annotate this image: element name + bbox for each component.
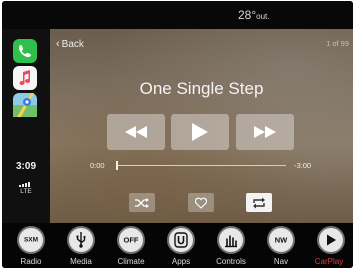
nav-glyph: NW <box>274 235 288 245</box>
head-unit-screen: 28°out. 3:09 LTE ‹ Back 1 of 99 One Singl… <box>2 1 353 268</box>
controls-icon[interactable] <box>217 226 245 254</box>
climate-off-glyph: OFF <box>123 235 139 245</box>
media-label[interactable]: Media <box>57 257 105 266</box>
climate-off-icon[interactable]: OFF <box>117 226 145 254</box>
rewind-button[interactable] <box>107 114 165 150</box>
heart-icon <box>195 197 207 208</box>
radio-label[interactable]: Radio <box>7 257 55 266</box>
signal-strength-icon <box>19 182 30 187</box>
apps-symbol <box>174 232 188 248</box>
usb-symbol <box>76 232 86 248</box>
phone-app-icon[interactable] <box>13 39 37 63</box>
repeat-button[interactable] <box>246 193 272 212</box>
track-counter: 1 of 99 <box>326 39 349 48</box>
play-button[interactable] <box>171 114 229 150</box>
fast-forward-icon <box>254 126 276 138</box>
song-title: One Single Step <box>139 79 264 98</box>
shuffle-button[interactable] <box>129 193 155 212</box>
controls-symbol <box>225 235 237 248</box>
carplay-sidebar: 3:09 LTE <box>2 29 50 246</box>
carplay-play-symbol <box>327 234 336 246</box>
fast-forward-button[interactable] <box>236 114 294 150</box>
music-app-icon[interactable] <box>13 66 37 90</box>
controls-label[interactable]: Controls <box>207 257 255 266</box>
temperature-unit: out. <box>256 12 270 21</box>
now-playing-panel: ‹ Back 1 of 99 One Single Step 0:00 -3:00 <box>50 29 353 223</box>
back-label: Back <box>61 39 84 50</box>
nav-icon[interactable]: NW <box>267 226 295 254</box>
carplay-label[interactable]: CarPlay <box>305 257 353 266</box>
apps-icon[interactable] <box>167 226 195 254</box>
outside-temperature: 28°out. <box>238 8 270 22</box>
progress-track[interactable] <box>118 165 286 166</box>
progress-knob[interactable] <box>116 161 118 170</box>
remaining-time: -3:00 <box>294 161 312 170</box>
nav-label[interactable]: Nav <box>257 257 305 266</box>
carplay-icon[interactable] <box>317 226 345 254</box>
usb-icon[interactable] <box>67 226 95 254</box>
back-button[interactable]: ‹ Back <box>56 38 84 50</box>
vehicle-menu-bar: SXM Radio Media OFF Climate Apps Control… <box>2 223 353 268</box>
favorite-button[interactable] <box>188 193 214 212</box>
sxm-icon[interactable]: SXM <box>17 226 45 254</box>
temperature-value: 28° <box>238 8 257 22</box>
apps-label[interactable]: Apps <box>157 257 205 266</box>
status-bar: 28°out. <box>2 1 353 29</box>
rewind-icon <box>125 126 147 138</box>
sxm-glyph: SXM <box>23 236 39 244</box>
play-icon <box>192 123 208 141</box>
repeat-icon <box>253 197 265 208</box>
network-type: LTE <box>20 188 32 195</box>
climate-label[interactable]: Climate <box>107 257 155 266</box>
shuffle-icon <box>135 197 149 208</box>
maps-app-icon[interactable] <box>13 93 37 117</box>
elapsed-time: 0:00 <box>90 161 105 170</box>
clock: 3:09 <box>15 161 36 172</box>
chevron-left-icon: ‹ <box>56 38 60 50</box>
